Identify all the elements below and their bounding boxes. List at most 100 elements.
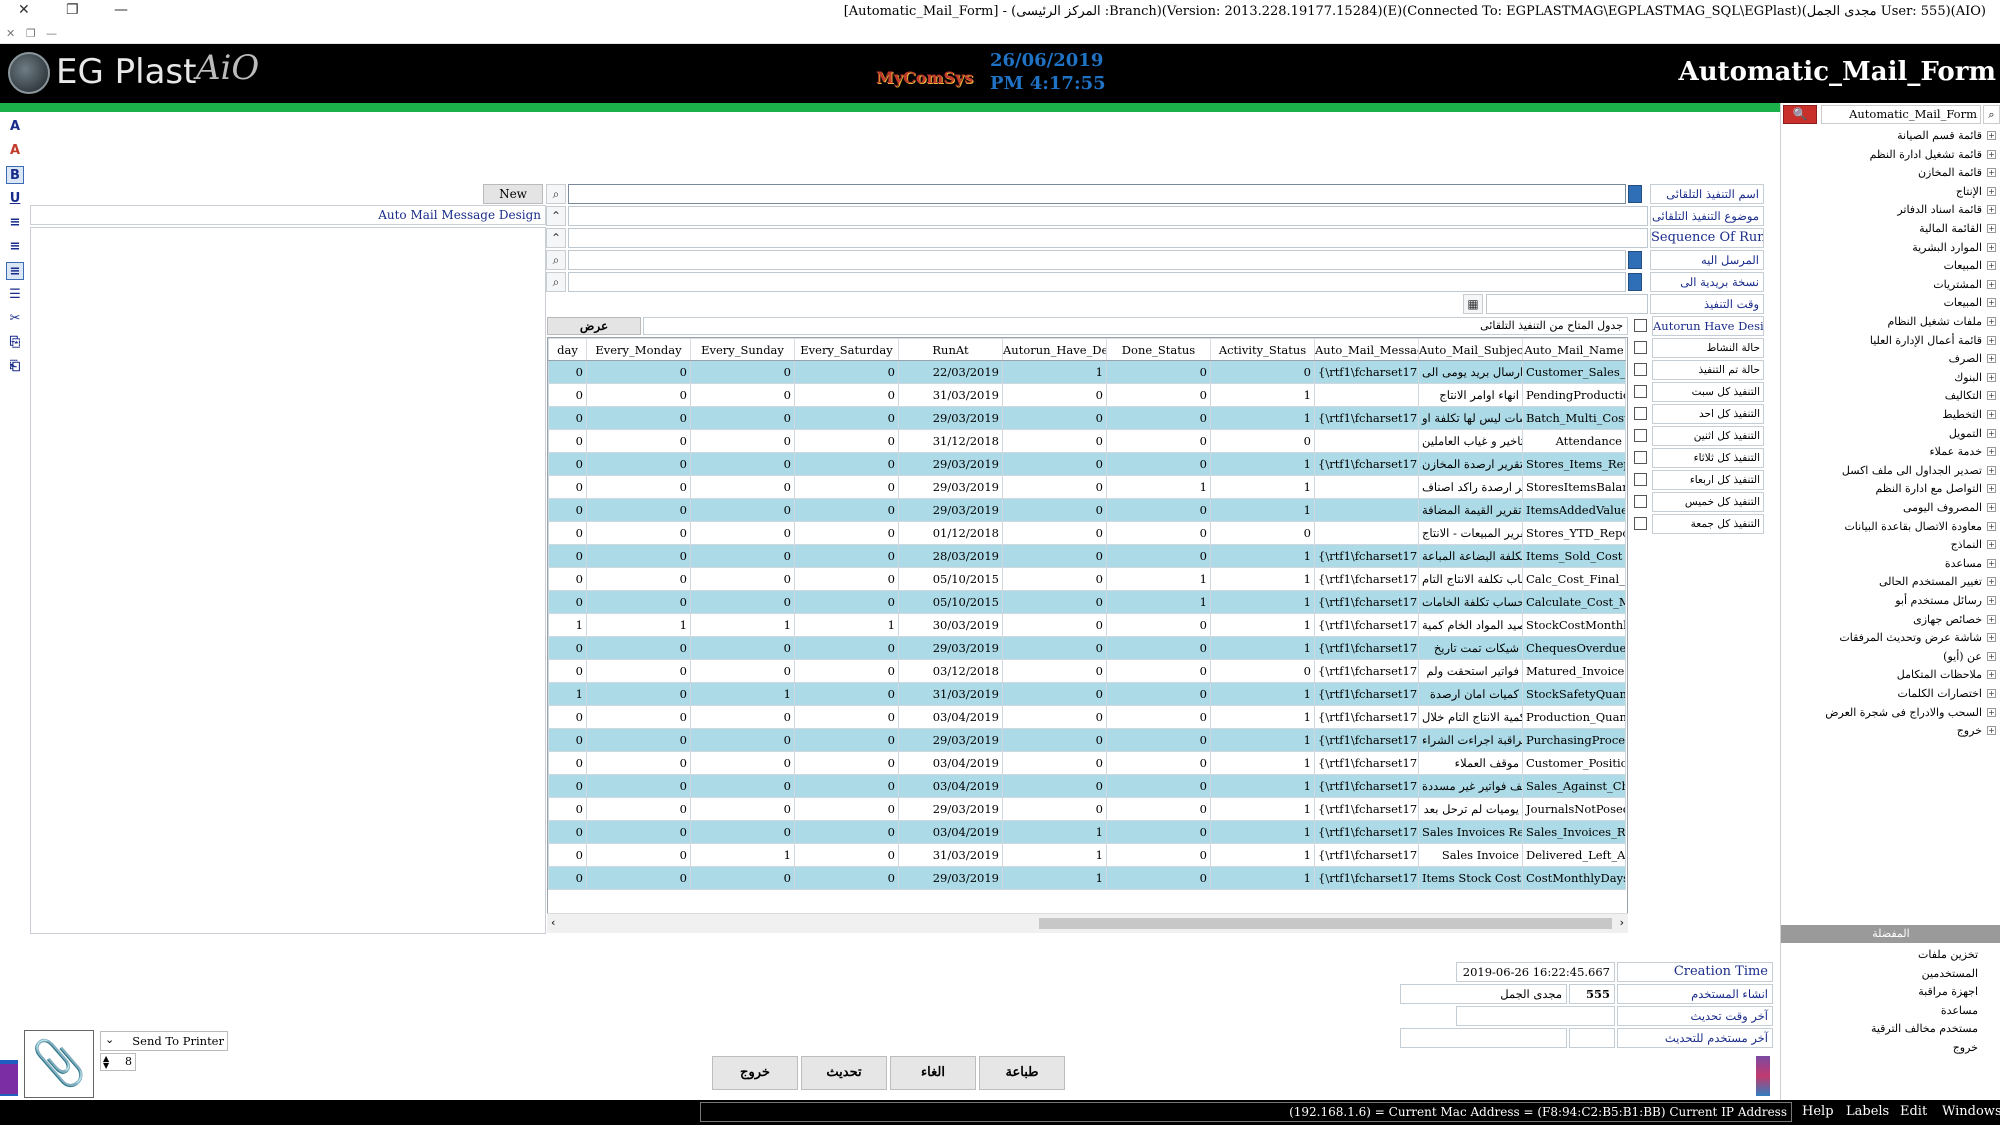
expand-icon[interactable]: + [1987, 186, 1996, 196]
table-cell[interactable]: 0 [794, 567, 899, 591]
table-cell[interactable]: 0 [1106, 360, 1211, 384]
table-cell[interactable]: ItemsAddedValue [1522, 498, 1626, 522]
table-cell[interactable]: 0 [586, 452, 691, 476]
table-cell[interactable]: 0 [794, 843, 899, 867]
tree-item[interactable]: السحب والادراج فى شجرة العرض + [1825, 704, 1996, 722]
table-cell[interactable]: Items Stock Cost [1418, 866, 1523, 890]
autorun-design-check[interactable]: Autorun Have Design [1632, 316, 1764, 336]
table-cell[interactable]: 0 [690, 820, 795, 844]
tree-item[interactable]: قائمة المخازن + [1918, 164, 1996, 182]
expand-icon[interactable]: + [1987, 484, 1996, 494]
restore-window-icon[interactable]: ❐ [66, 2, 79, 18]
expand-icon[interactable]: + [1987, 614, 1996, 624]
table-cell[interactable]: 03/04/2019 [898, 774, 1003, 798]
sequence-input[interactable] [568, 228, 1648, 248]
bold-icon[interactable]: B [6, 166, 24, 184]
table-cell[interactable] [1314, 498, 1419, 522]
table-cell[interactable]: 0 [586, 705, 691, 729]
table-row[interactable]: 0 0 0 0 29/03/2019 0 0 1 {\rtf1\fcharset178 تقرير… [548, 452, 1626, 476]
table-cell[interactable]: 31/03/2019 [898, 843, 1003, 867]
table-cell[interactable]: 1 [1210, 452, 1315, 476]
tree-item[interactable]: المبيعات + [1944, 257, 1996, 275]
mdi-restore-icon[interactable]: ❐ [26, 27, 36, 40]
table-cell[interactable]: 1 [1106, 590, 1211, 614]
expand-icon[interactable]: + [1987, 335, 1996, 345]
table-cell[interactable]: 29/03/2019 [898, 797, 1003, 821]
align-right-icon[interactable]: ≡ [6, 262, 24, 280]
table-cell[interactable]: باتشات ليس لها تكلفة او [1418, 406, 1523, 430]
checkbox[interactable] [1634, 495, 1647, 508]
table-row[interactable]: 1 1 1 1 30/03/2019 0 0 1 {\rtf1\fcharset178 رصيد … [548, 613, 1626, 637]
table-cell[interactable]: PurchasingProcedures [1522, 728, 1626, 752]
expand-icon[interactable]: + [1987, 428, 1996, 438]
expand-icon[interactable]: + [1987, 447, 1996, 457]
checkbox[interactable] [1634, 451, 1647, 464]
table-cell[interactable]: Customer_Position [1522, 751, 1626, 775]
expand-icon[interactable]: + [1987, 670, 1996, 680]
table-cell[interactable]: موقف العملاء [1418, 751, 1523, 775]
table-cell[interactable]: 1 [1210, 682, 1315, 706]
table-cell[interactable]: 0 [690, 567, 795, 591]
table-cell[interactable]: 0 [690, 636, 795, 660]
table-cell[interactable]: {\rtf1\fcharset178 [1314, 751, 1419, 775]
table-cell[interactable]: {\rtf1\fcharset178 [1314, 613, 1419, 637]
table-cell[interactable]: 31/03/2019 [898, 682, 1003, 706]
expand-icon[interactable]: + [1987, 521, 1996, 531]
table-cell[interactable]: Batch_Multi_Cost [1522, 406, 1626, 430]
sidebar-search-input[interactable]: Automatic_Mail_Form [1821, 105, 1981, 124]
table-cell[interactable]: StockCostMonthlyDays [1522, 613, 1626, 637]
table-cell[interactable]: كمية الانتاج التام خلال [1418, 705, 1523, 729]
table-cell[interactable]: 0 [690, 498, 795, 522]
table-cell[interactable]: {\rtf1\fcharset178 [1314, 452, 1419, 476]
table-cell[interactable]: 0 [1002, 544, 1107, 568]
table-cell[interactable]: 30/03/2019 [898, 613, 1003, 637]
table-cell[interactable]: 0 [1106, 429, 1211, 453]
favorite-item[interactable]: اجهزة مراقبة [1918, 983, 1978, 1001]
table-cell[interactable]: 1 [1210, 406, 1315, 430]
tree-item[interactable]: مساعدة + [1945, 555, 1996, 573]
table-cell[interactable]: 0 [586, 682, 691, 706]
column-header[interactable]: RunAt [898, 338, 1003, 361]
table-cell[interactable]: 0 [794, 751, 899, 775]
table-row[interactable]: 0 0 1 0 31/03/2019 1 0 1 {\rtf1\fcharset178 Sales… [548, 843, 1626, 867]
table-cell[interactable]: 0 [690, 544, 795, 568]
table-cell[interactable]: 0 [1210, 429, 1315, 453]
table-cell[interactable]: 0 [548, 590, 587, 614]
table-cell[interactable]: StoresItemsBalance [1522, 475, 1626, 499]
table-cell[interactable]: 0 [1106, 636, 1211, 660]
name-picker-icon[interactable] [1628, 185, 1642, 203]
table-cell[interactable]: 0 [1210, 360, 1315, 384]
table-cell[interactable]: 1 [1210, 383, 1315, 407]
table-cell[interactable]: 0 [794, 498, 899, 522]
table-cell[interactable]: 01/12/2018 [898, 521, 1003, 545]
table-cell[interactable]: 1 [1210, 705, 1315, 729]
table-cell[interactable]: 05/10/2015 [898, 590, 1003, 614]
column-header[interactable]: day [548, 338, 587, 361]
expand-icon[interactable]: + [1987, 261, 1996, 271]
table-cell[interactable]: 1 [1210, 820, 1315, 844]
table-cell[interactable]: 0 [1106, 452, 1211, 476]
table-cell[interactable]: 0 [1106, 383, 1211, 407]
expand-icon[interactable]: + [1987, 707, 1996, 717]
cut-icon[interactable]: ✂ [6, 310, 24, 328]
table-cell[interactable]: 0 [548, 636, 587, 660]
table-cell[interactable]: 0 [548, 360, 587, 384]
tree-item[interactable]: التكاليف + [1945, 387, 1996, 405]
tree-item[interactable]: التخطيط + [1942, 406, 1996, 424]
checkbox[interactable] [1634, 363, 1647, 376]
table-cell[interactable]: 0 [586, 820, 691, 844]
table-cell[interactable]: Attendance [1522, 429, 1626, 453]
table-cell[interactable]: 0 [690, 659, 795, 683]
table-cell[interactable]: Matured_Invoices [1522, 659, 1626, 683]
table-cell[interactable]: 03/12/2018 [898, 659, 1003, 683]
table-cell[interactable]: 0 [548, 544, 587, 568]
table-cell[interactable]: 22/03/2019 [898, 360, 1003, 384]
table-cell[interactable]: فواتير استحقت ولم [1418, 659, 1523, 683]
table-cell[interactable]: 0 [586, 774, 691, 798]
cancel-button[interactable]: الغاء [890, 1056, 976, 1090]
table-cell[interactable]: {\rtf1\fcharset178 [1314, 360, 1419, 384]
tree-item[interactable]: تغيير المستخدم الحالى + [1879, 573, 1996, 591]
table-cell[interactable]: 1 [690, 613, 795, 637]
expand-icon[interactable]: + [1987, 596, 1996, 605]
schedule-check[interactable]: التنفيذ كل سبت [1632, 382, 1764, 402]
